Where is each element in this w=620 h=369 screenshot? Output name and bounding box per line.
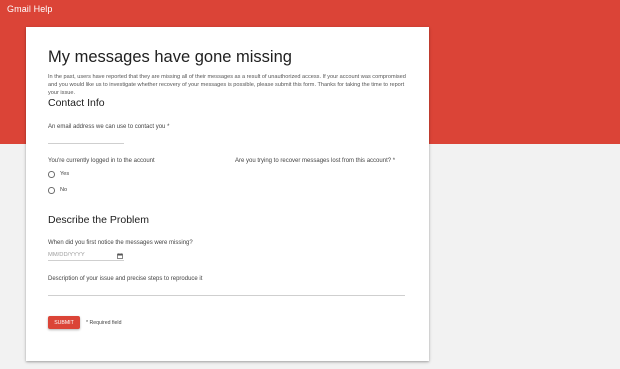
app-title[interactable]: Gmail Help bbox=[7, 4, 53, 14]
email-field[interactable] bbox=[48, 143, 124, 144]
radio-no[interactable] bbox=[48, 187, 55, 194]
page-title: My messages have gone missing bbox=[48, 48, 292, 66]
recover-question-label: Are you trying to recover messages lost … bbox=[235, 158, 396, 164]
radio-no-label[interactable]: No bbox=[60, 187, 67, 193]
contact-info-heading: Contact Info bbox=[48, 97, 105, 109]
email-label: An email address we can use to contact y… bbox=[48, 124, 170, 130]
intro-text: In the past, users have reported that th… bbox=[48, 74, 406, 97]
submit-button[interactable]: SUBMIT bbox=[48, 316, 80, 329]
radio-yes-label[interactable]: Yes bbox=[60, 171, 69, 177]
date-input[interactable]: MM/DD/YYYY bbox=[48, 252, 85, 258]
radio-yes[interactable] bbox=[48, 171, 55, 178]
describe-problem-heading: Describe the Problem bbox=[48, 214, 149, 226]
required-field-note: * Required field bbox=[86, 320, 122, 326]
date-label: When did you first notice the messages w… bbox=[48, 240, 193, 246]
description-field[interactable] bbox=[48, 295, 405, 296]
logged-in-label: You're currently logged in to the accoun… bbox=[48, 158, 155, 164]
date-underline bbox=[48, 260, 124, 261]
calendar-icon[interactable] bbox=[117, 253, 123, 259]
description-label: Description of your issue and precise st… bbox=[48, 276, 203, 282]
form-card: My messages have gone missing In the pas… bbox=[26, 27, 429, 361]
